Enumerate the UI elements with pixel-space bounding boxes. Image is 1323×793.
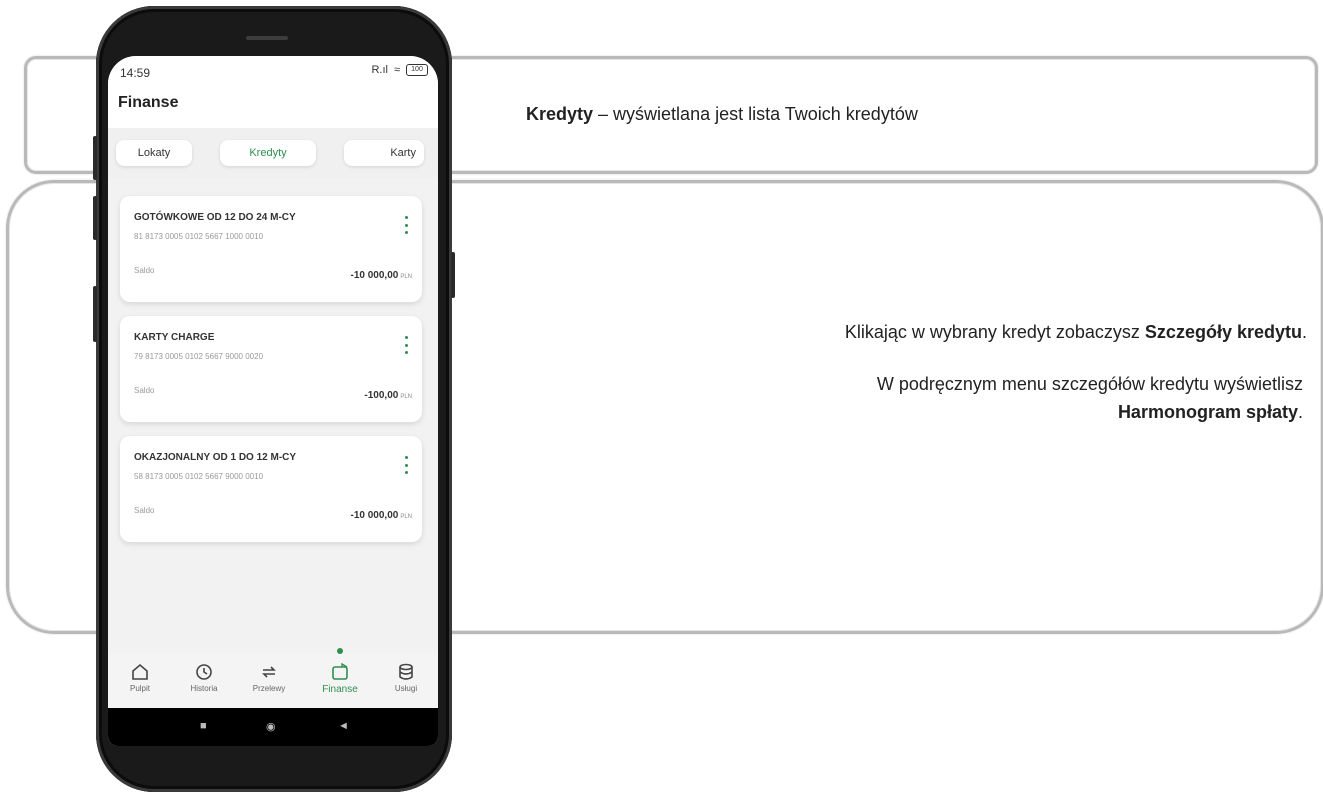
loan-account-number: 58 8173 0005 0102 5667 9000 0010 xyxy=(134,472,264,481)
home-button[interactable]: ◉ xyxy=(266,720,276,733)
phone-side-button xyxy=(93,286,97,342)
description-line-3: W podręcznym menu szczegółów kredytu wyś… xyxy=(877,374,1303,395)
status-time: 14:59 xyxy=(120,66,151,80)
tab-bar: Lokaty Kredyty Karty xyxy=(108,128,438,178)
loan-card[interactable]: OKAZJONALNY OD 1 DO 12 M-CY 58 8173 0005… xyxy=(120,436,422,542)
text: W podręcznym menu szczegółów kredytu wyś… xyxy=(876,374,1303,394)
currency: PLN xyxy=(400,274,412,280)
text: . xyxy=(1297,402,1303,422)
saldo-label: Saldo xyxy=(134,386,155,395)
phone-device: 14:59 R.ıl ≈ 100 Finanse Lokaty Kredyty … xyxy=(93,6,455,792)
nav-label: Historia xyxy=(190,684,218,693)
back-button[interactable]: ◄ xyxy=(338,720,349,732)
loan-name: KARTY CHARGE xyxy=(134,332,215,343)
more-options-icon[interactable] xyxy=(402,336,410,354)
phone-side-button xyxy=(93,196,97,240)
status-bar: 14:59 R.ıl ≈ 100 xyxy=(108,56,438,90)
phone-power-button xyxy=(451,252,455,298)
transfer-icon xyxy=(262,666,276,678)
wifi-icon: ≈ xyxy=(393,64,400,76)
signal-icon: R.ıl xyxy=(371,64,388,76)
currency: PLN xyxy=(400,514,412,520)
text: Klikając w wybrany kredyt zobaczysz xyxy=(844,322,1145,342)
nav-historia[interactable]: Historia xyxy=(174,662,234,693)
currency: PLN xyxy=(400,394,412,400)
tab-kredyty[interactable]: Kredyty xyxy=(220,140,316,166)
saldo-label: Saldo xyxy=(134,506,155,515)
tab-lokaty[interactable]: Lokaty xyxy=(116,140,192,166)
loan-card[interactable]: GOTÓWKOWE OD 12 DO 24 M-CY 81 8173 0005 … xyxy=(120,196,422,302)
nav-uslugi[interactable]: Usługi xyxy=(376,662,436,693)
nav-label: Przelewy xyxy=(252,684,286,693)
recent-apps-button[interactable]: ■ xyxy=(200,720,207,732)
loan-card[interactable]: KARTY CHARGE 79 8173 0005 0102 5667 9000… xyxy=(120,316,422,422)
system-navigation-bar: ■ ◉ ◄ xyxy=(108,708,438,746)
wallet-icon xyxy=(332,662,348,680)
bold-term: Szczegóły kredytu xyxy=(1144,322,1302,342)
page-title: Finanse xyxy=(118,94,179,111)
battery-icon: 100 xyxy=(406,64,428,76)
balance-value: -10 000,00 xyxy=(350,270,399,281)
active-indicator xyxy=(337,648,343,654)
nav-label: Finanse xyxy=(322,684,358,695)
loan-balance: -10 000,00 PLN xyxy=(351,510,413,521)
nav-finanse[interactable]: Finanse xyxy=(310,662,370,695)
history-icon xyxy=(196,664,212,680)
saldo-label: Saldo xyxy=(134,266,155,275)
more-options-icon[interactable] xyxy=(402,456,410,474)
phone-screen: 14:59 R.ıl ≈ 100 Finanse Lokaty Kredyty … xyxy=(108,56,438,746)
loan-account-number: 81 8173 0005 0102 5667 1000 0010 xyxy=(134,232,264,241)
description-line-4: Harmonogram spłaty. xyxy=(1118,402,1303,423)
text: . xyxy=(1301,322,1307,342)
loan-balance: -10 000,00 PLN xyxy=(351,270,413,281)
description-line-2: Klikając w wybrany kredyt zobaczysz Szcz… xyxy=(845,322,1307,343)
nav-label: Usługi xyxy=(394,684,418,693)
loan-name: GOTÓWKOWE OD 12 DO 24 M-CY xyxy=(134,212,296,223)
text: – wyświetlana jest lista Twoich kredytów xyxy=(593,104,918,124)
phone-speaker xyxy=(246,36,288,40)
home-icon xyxy=(132,663,148,680)
nav-przelewy[interactable]: Przelewy xyxy=(239,662,299,693)
balance-value: -10 000,00 xyxy=(350,510,399,521)
balance-value: -100,00 xyxy=(364,390,399,401)
nav-label: Pulpit xyxy=(129,684,150,693)
tab-karty[interactable]: Karty xyxy=(344,140,424,166)
more-options-icon[interactable] xyxy=(402,216,410,234)
app-header: Finanse xyxy=(108,90,438,128)
bottom-navigation: Pulpit Historia Przelewy Finanse Usługi xyxy=(108,648,438,708)
phone-side-button xyxy=(93,136,97,180)
bold-term: Harmonogram spłaty xyxy=(1117,402,1298,422)
database-icon xyxy=(399,663,413,680)
loan-name: OKAZJONALNY OD 1 DO 12 M-CY xyxy=(134,452,297,463)
nav-pulpit[interactable]: Pulpit xyxy=(110,662,170,693)
status-icons: R.ıl ≈ 100 xyxy=(371,64,428,76)
description-line-1: Kredyty – wyświetlana jest lista Twoich … xyxy=(526,104,918,125)
bold-term: Kredyty xyxy=(526,104,594,124)
loan-account-number: 79 8173 0005 0102 5667 9000 0020 xyxy=(134,352,264,361)
loan-balance: -100,00 PLN xyxy=(364,390,412,401)
